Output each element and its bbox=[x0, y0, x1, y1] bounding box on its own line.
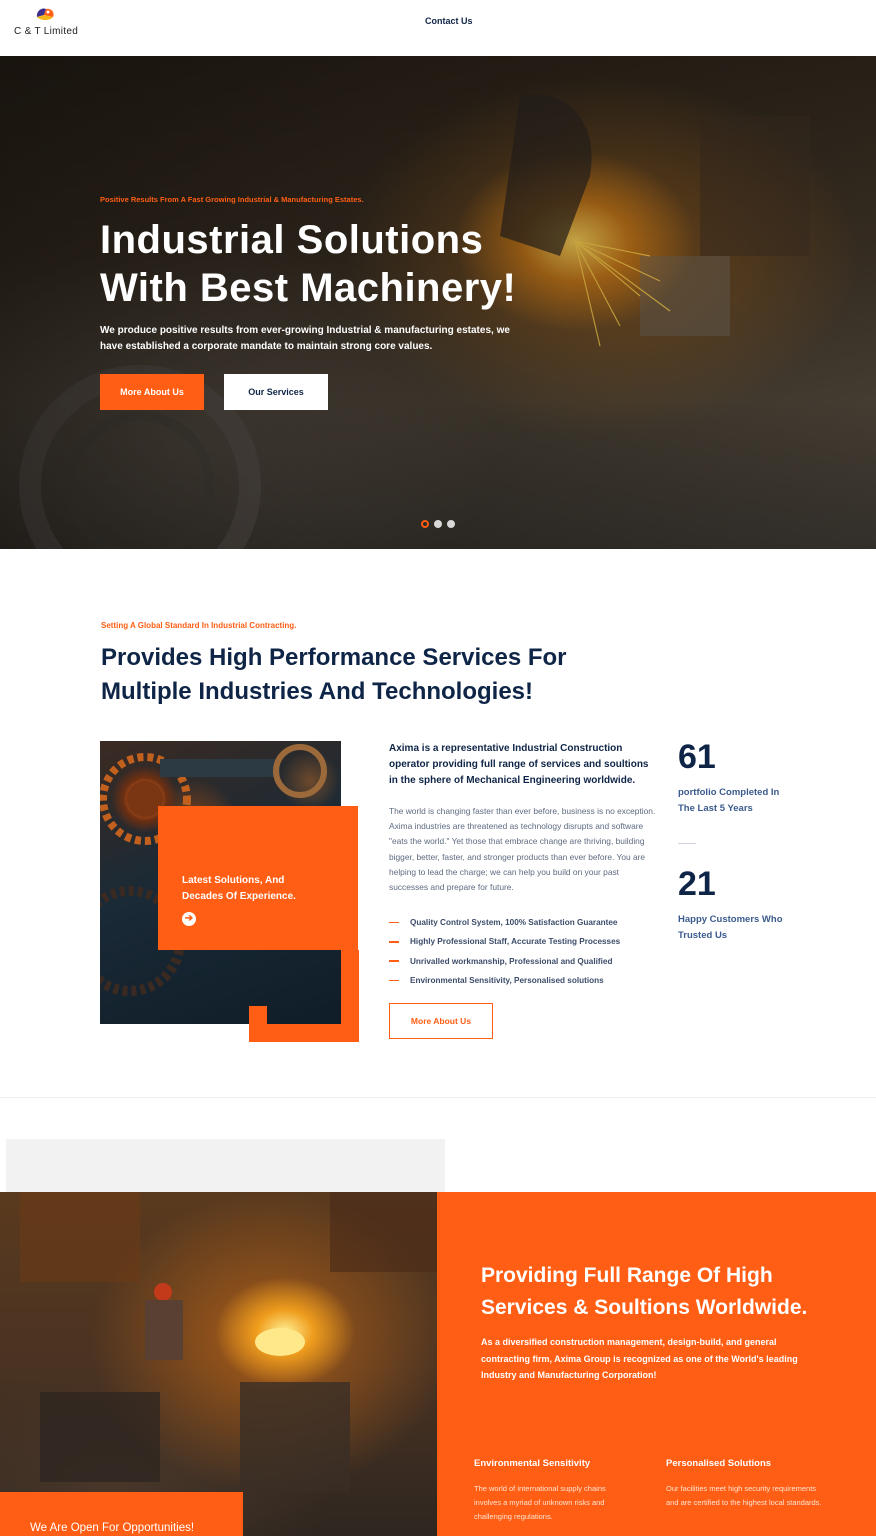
about-body: The world is changing faster than ever b… bbox=[389, 806, 656, 893]
about-kicker: Setting A Global Standard In Industrial … bbox=[101, 621, 297, 630]
placeholder-block bbox=[6, 1139, 445, 1193]
about-lead: Axima is a representative Industrial Con… bbox=[389, 743, 649, 786]
feature-text: Unrivalled workmanship, Professional and… bbox=[410, 956, 613, 966]
more-about-us-button[interactable]: More About Us bbox=[100, 374, 204, 410]
feature-list: Quality Control System, 100% Satisfactio… bbox=[389, 913, 620, 990]
feature-text: Environmental Sensitivity, Personalised … bbox=[410, 976, 604, 986]
stat-customers-number: 21 bbox=[678, 865, 716, 903]
slider-dot-3[interactable] bbox=[447, 520, 455, 528]
services-col-2-text: Our facilities meet high security requir… bbox=[666, 1484, 822, 1507]
stat-portfolio-number: 61 bbox=[678, 738, 716, 776]
section-divider bbox=[0, 1097, 876, 1098]
logo-icon[interactable] bbox=[34, 5, 56, 23]
our-services-button[interactable]: Our Services bbox=[224, 374, 328, 410]
hero-title: Industrial Solutions With Best Machinery… bbox=[100, 216, 620, 312]
foundry-photo-art bbox=[20, 1192, 437, 1492]
arrow-right-icon[interactable]: ➔ bbox=[182, 912, 196, 926]
dash-icon bbox=[389, 941, 399, 943]
about-title: Provides High Performance Services For M… bbox=[101, 641, 621, 709]
dash-icon bbox=[389, 960, 399, 962]
site-header: C & T Limited Contact Us bbox=[0, 0, 876, 56]
services-description: As a diversified construction management… bbox=[481, 1337, 798, 1380]
slider-dots bbox=[421, 520, 455, 528]
decorative-frame-bottom bbox=[249, 1024, 359, 1042]
feature-text: Highly Professional Staff, Accurate Test… bbox=[410, 937, 621, 947]
hero-title-line-2: With Best Machinery! bbox=[100, 266, 517, 310]
hero-slider: Positive Results From A Fast Growing Ind… bbox=[0, 56, 876, 549]
opportunities-text: We Are Open For Opportunities! bbox=[30, 1522, 195, 1534]
foundry-image bbox=[0, 1192, 437, 1536]
stat-divider bbox=[678, 843, 696, 844]
feature-item: Quality Control System, 100% Satisfactio… bbox=[389, 913, 620, 932]
services-col-2-title: Personalised Solutions bbox=[666, 1458, 772, 1469]
hero-title-line-1: Industrial Solutions bbox=[100, 218, 484, 262]
slider-dot-2[interactable] bbox=[434, 520, 442, 528]
decorative-frame-notch bbox=[249, 1006, 267, 1024]
dash-icon bbox=[389, 921, 399, 924]
services-col-1-text: The world of international supply chains… bbox=[474, 1484, 606, 1521]
feature-item: Highly Professional Staff, Accurate Test… bbox=[389, 932, 620, 951]
feature-item: Environmental Sensitivity, Personalised … bbox=[389, 971, 620, 990]
about-title-line-2: Multiple Industries And Technologies! bbox=[101, 678, 534, 705]
stat-portfolio-label: portfolio Completed In The Last 5 Years bbox=[678, 787, 780, 814]
about-more-button[interactable]: More About Us bbox=[389, 1003, 493, 1039]
hero-subtitle: We produce positive results from ever-gr… bbox=[100, 325, 510, 352]
experience-card-text: Latest Solutions, And Decades Of Experie… bbox=[182, 875, 296, 902]
dash-icon bbox=[389, 979, 399, 982]
feature-item: Unrivalled workmanship, Professional and… bbox=[389, 952, 620, 971]
logo-text[interactable]: C & T Limited bbox=[14, 26, 78, 37]
nav-contact-link[interactable]: Contact Us bbox=[425, 16, 473, 26]
services-title: Providing Full Range Of High Services & … bbox=[481, 1264, 808, 1319]
slider-dot-1[interactable] bbox=[421, 520, 429, 528]
services-col-1-title: Environmental Sensitivity bbox=[474, 1458, 591, 1469]
feature-text: Quality Control System, 100% Satisfactio… bbox=[410, 918, 618, 928]
stat-customers-label: Happy Customers Who Trusted Us bbox=[678, 914, 783, 941]
about-title-line-1: Provides High Performance Services For bbox=[101, 644, 567, 671]
hero-kicker: Positive Results From A Fast Growing Ind… bbox=[100, 195, 364, 204]
